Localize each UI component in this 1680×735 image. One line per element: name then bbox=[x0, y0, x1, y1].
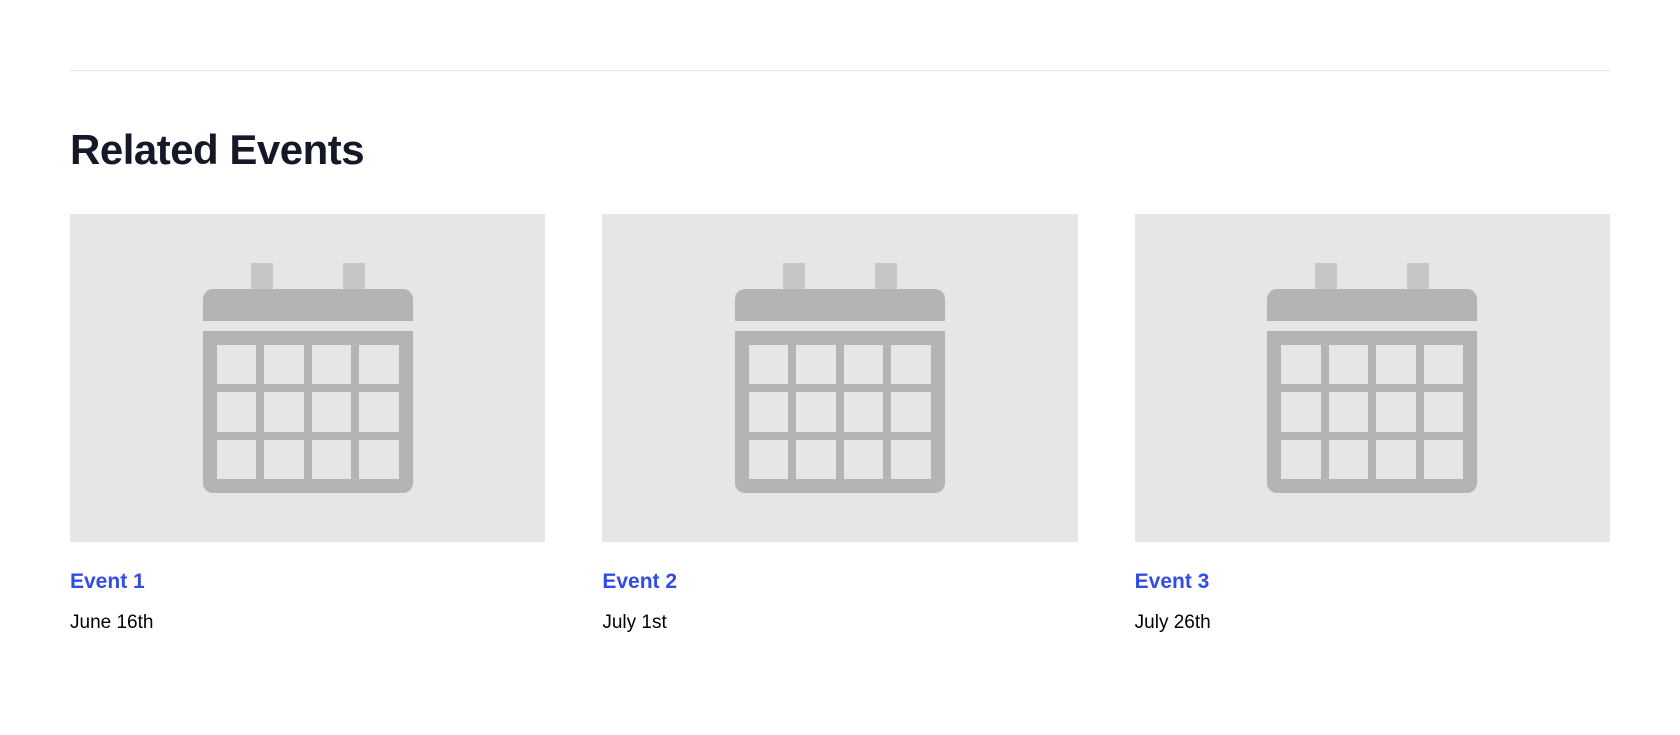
event-date: July 26th bbox=[1135, 612, 1610, 634]
event-date: June 16th bbox=[70, 612, 545, 634]
section-title: Related Events bbox=[70, 126, 1610, 174]
event-image-placeholder[interactable] bbox=[602, 214, 1077, 542]
calendar-icon bbox=[1267, 263, 1477, 493]
event-card: Event 2 July 1st bbox=[602, 214, 1077, 634]
event-image-placeholder[interactable] bbox=[1135, 214, 1610, 542]
section-divider bbox=[70, 70, 1610, 71]
event-title-link[interactable]: Event 2 bbox=[602, 570, 1077, 594]
calendar-icon bbox=[735, 263, 945, 493]
event-date: July 1st bbox=[602, 612, 1077, 634]
event-title-link[interactable]: Event 1 bbox=[70, 570, 545, 594]
event-card: Event 1 June 16th bbox=[70, 214, 545, 634]
event-image-placeholder[interactable] bbox=[70, 214, 545, 542]
event-card: Event 3 July 26th bbox=[1135, 214, 1610, 634]
calendar-icon bbox=[203, 263, 413, 493]
related-events-grid: Event 1 June 16th Event 2 July 1st bbox=[70, 214, 1610, 634]
event-title-link[interactable]: Event 3 bbox=[1135, 570, 1610, 594]
